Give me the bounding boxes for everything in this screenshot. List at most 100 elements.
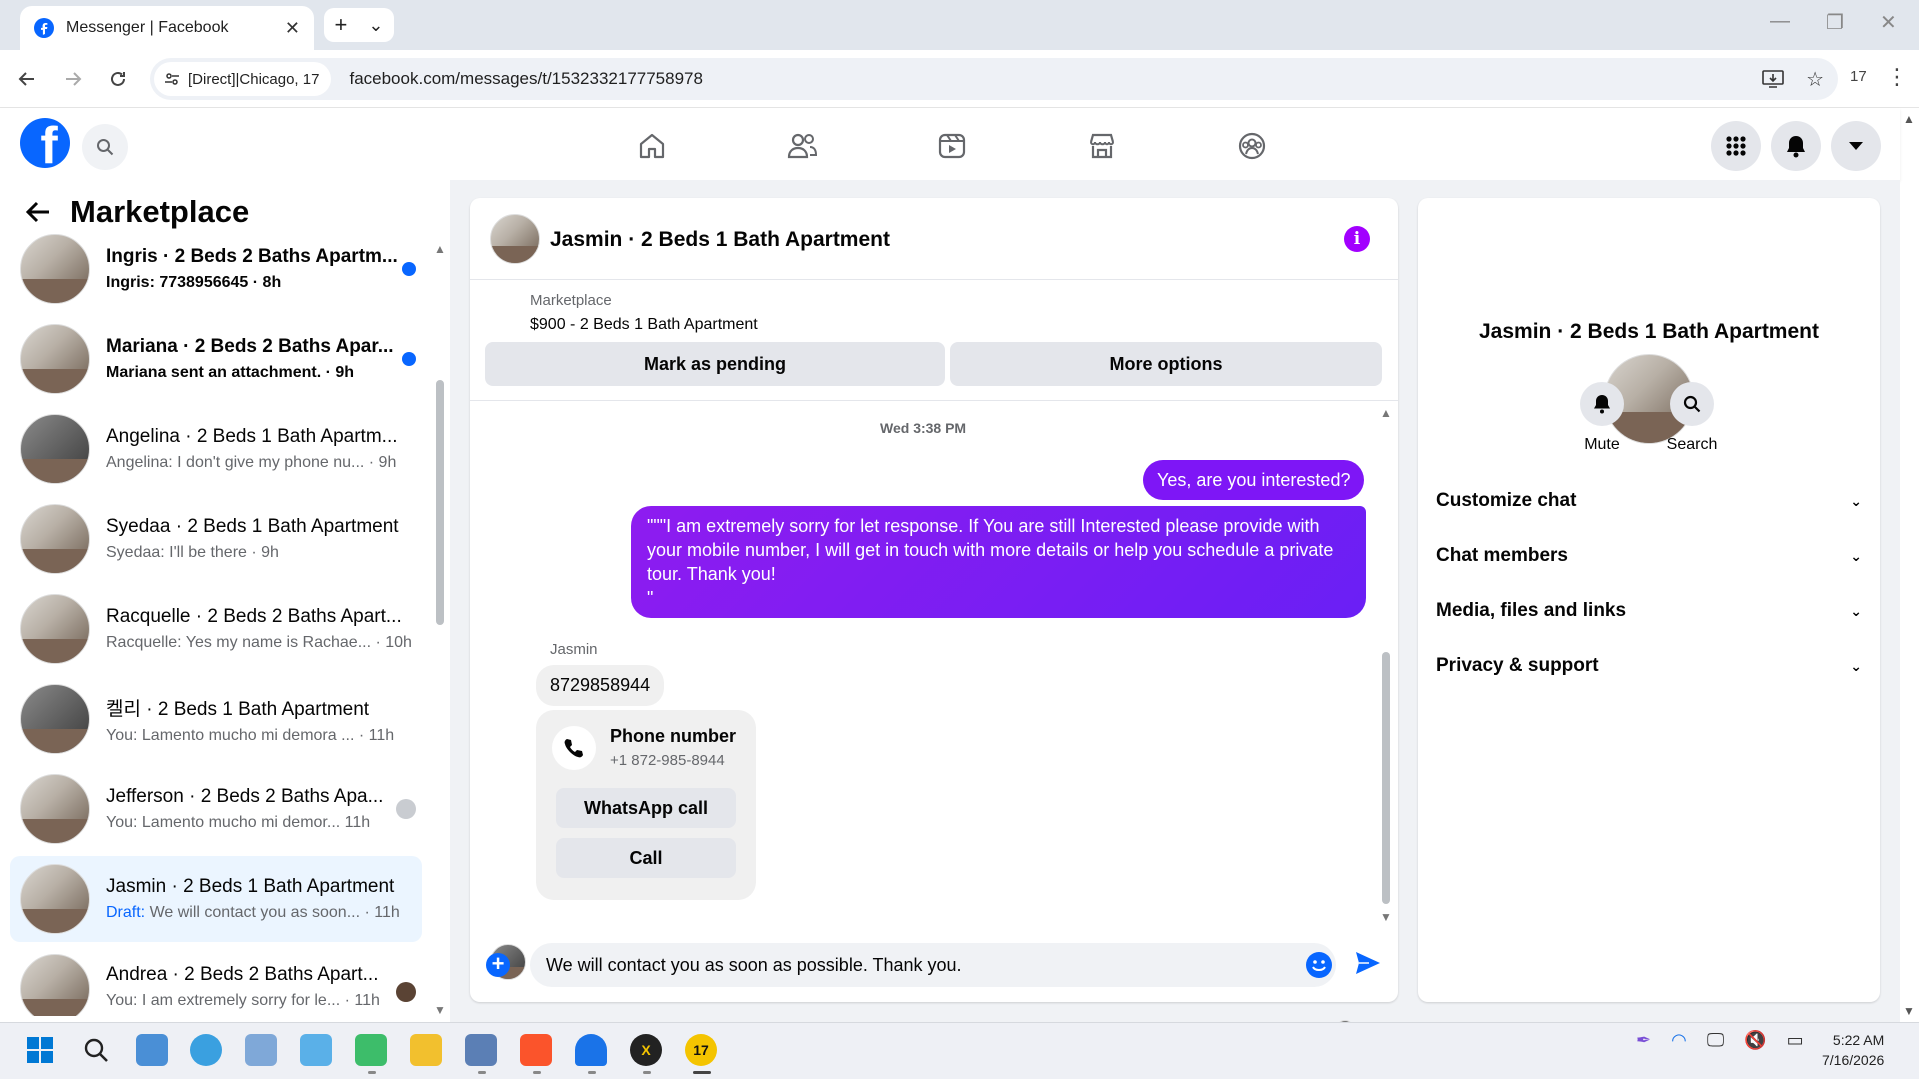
- back-arrow-icon[interactable]: [24, 198, 52, 226]
- minimize-icon[interactable]: —: [1770, 10, 1790, 33]
- window-close-icon[interactable]: ✕: [1880, 10, 1897, 35]
- row-label: Privacy & support: [1436, 655, 1599, 676]
- conversation-item[interactable]: 켈리 · 2 Beds 1 Bath Apartment You: Lament…: [10, 676, 422, 762]
- chat-scrollbar[interactable]: [1382, 652, 1390, 904]
- menu-grid-icon[interactable]: [1711, 121, 1761, 171]
- back-icon[interactable]: [12, 64, 42, 94]
- outgoing-message[interactable]: Yes, are you interested?: [1143, 460, 1365, 500]
- facebook-favicon-icon: [34, 18, 54, 38]
- draft-label: Draft:: [106, 904, 146, 921]
- browser-tab[interactable]: Messenger | Facebook ✕: [20, 6, 314, 50]
- avatar: [20, 594, 90, 664]
- unread-dot-icon: [402, 352, 416, 366]
- conversation-item[interactable]: Andrea · 2 Beds 2 Baths Apart... You: I …: [10, 946, 422, 1016]
- app-icon[interactable]: [355, 1034, 387, 1066]
- video-icon[interactable]: [932, 126, 972, 166]
- conversation-item[interactable]: Racquelle · 2 Beds 2 Baths Apart... Racq…: [10, 586, 422, 672]
- row-label: Chat members: [1436, 545, 1568, 566]
- message-input[interactable]: We will contact you as soon as possible.…: [530, 943, 1336, 987]
- restore-icon[interactable]: ❐: [1826, 10, 1844, 35]
- call-button[interactable]: Call: [556, 838, 736, 878]
- app-icon[interactable]: [245, 1034, 277, 1066]
- chat-avatar[interactable]: [490, 214, 540, 264]
- chat-scroll-up-icon[interactable]: ▲: [1380, 406, 1392, 420]
- chat-scroll-down-icon[interactable]: ▼: [1380, 910, 1392, 924]
- conversation-item[interactable]: Jefferson · 2 Beds 2 Baths Apa... You: L…: [10, 766, 422, 852]
- outgoing-message[interactable]: """I am extremely sorry for let response…: [631, 506, 1366, 618]
- emoji-icon[interactable]: [1306, 952, 1332, 978]
- conversation-item[interactable]: Angelina · 2 Beds 1 Bath Apartm... Angel…: [10, 406, 422, 492]
- volume-muted-icon[interactable]: 🔇: [1744, 1030, 1766, 1051]
- reload-icon[interactable]: [103, 64, 133, 94]
- profile-badge[interactable]: 17: [1850, 68, 1867, 85]
- app-icon[interactable]: X: [630, 1034, 662, 1066]
- media-files-links-row[interactable]: Media, files and links ⌄: [1436, 589, 1862, 633]
- conversation-info-icon[interactable]: i: [1344, 226, 1370, 252]
- draft-snippet: We will contact you as soon... · 11h: [145, 904, 400, 921]
- install-app-icon[interactable]: [1762, 69, 1784, 89]
- search-in-conversation-button[interactable]: Search: [1652, 382, 1732, 454]
- home-icon[interactable]: [632, 126, 672, 166]
- site-settings-icon: [165, 73, 179, 85]
- address-bar[interactable]: [Direct]|Chicago, 17 facebook.com/messag…: [150, 58, 1838, 100]
- privacy-support-row[interactable]: Privacy & support ⌄: [1436, 644, 1862, 688]
- conversation-item-active[interactable]: Jasmin · 2 Beds 1 Bath Apartment Draft: …: [10, 856, 422, 942]
- running-indicator: [643, 1071, 651, 1074]
- whatsapp-call-button[interactable]: WhatsApp call: [556, 788, 736, 828]
- tab-close-icon[interactable]: ✕: [285, 18, 300, 39]
- chat-title[interactable]: Jasmin · 2 Beds 1 Bath Apartment: [550, 228, 890, 252]
- avatar: [20, 954, 90, 1016]
- unread-dot-icon: [402, 262, 416, 276]
- taskbar-clock[interactable]: 5:22 AM 7/16/2026: [1822, 1030, 1884, 1070]
- add-attachment-icon[interactable]: +: [486, 953, 510, 977]
- brave-browser-icon[interactable]: [520, 1034, 552, 1066]
- app-icon[interactable]: [190, 1034, 222, 1066]
- conversation-item[interactable]: Ingris · 2 Beds 2 Baths Apartm... Ingris…: [10, 226, 422, 312]
- search-icon: [1670, 382, 1714, 426]
- sidebar-scroll-up-icon[interactable]: ▲: [434, 242, 446, 256]
- notifications-bell-icon[interactable]: [1771, 121, 1821, 171]
- taskbar-search-icon[interactable]: [80, 1034, 112, 1066]
- app-icon[interactable]: [465, 1034, 497, 1066]
- vpn-icon[interactable]: ◠: [1671, 1030, 1687, 1051]
- conversation-name: Syedaa · 2 Beds 1 Bath Apartment: [106, 516, 399, 537]
- sidebar-scroll-down-icon[interactable]: ▼: [434, 1003, 446, 1017]
- network-icon[interactable]: 🖵: [1707, 1030, 1724, 1051]
- bookmark-star-icon[interactable]: ☆: [1806, 67, 1824, 92]
- page-scroll-up-icon[interactable]: ▲: [1903, 112, 1915, 126]
- mute-button[interactable]: Mute: [1562, 382, 1642, 454]
- app-badge-icon[interactable]: 17: [685, 1034, 717, 1066]
- pen-icon[interactable]: ✒: [1636, 1030, 1651, 1051]
- chat-members-row[interactable]: Chat members ⌄: [1436, 534, 1862, 578]
- groups-icon[interactable]: [1232, 126, 1272, 166]
- tab-search-icon[interactable]: ⌄: [368, 15, 383, 36]
- send-icon[interactable]: [1354, 950, 1382, 976]
- facebook-logo-icon[interactable]: f: [20, 118, 70, 168]
- customize-chat-row[interactable]: Customize chat ⌄: [1436, 479, 1862, 523]
- conversation-item[interactable]: Mariana · 2 Beds 2 Baths Apar... Mariana…: [10, 316, 422, 402]
- app-icon[interactable]: [136, 1034, 168, 1066]
- conversation-snippet: Syedaa: I'll be there · 9h: [106, 544, 279, 561]
- mark-as-pending-button[interactable]: Mark as pending: [485, 342, 945, 386]
- new-tab-icon[interactable]: +: [335, 12, 348, 38]
- site-info-chip[interactable]: [Direct]|Chicago, 17: [154, 62, 332, 96]
- tab-title: Messenger | Facebook: [66, 19, 229, 36]
- marketplace-icon[interactable]: [1082, 126, 1122, 166]
- friends-icon[interactable]: [782, 126, 822, 166]
- app-icon[interactable]: [575, 1034, 607, 1066]
- windows-start-icon[interactable]: [24, 1034, 56, 1066]
- chrome-menu-icon[interactable]: ⋮: [1886, 64, 1908, 90]
- conversation-item[interactable]: Syedaa · 2 Beds 1 Bath Apartment Syedaa:…: [10, 496, 422, 582]
- page-scroll-down-icon[interactable]: ▼: [1903, 1004, 1915, 1018]
- incoming-message[interactable]: 8729858944: [536, 665, 665, 706]
- battery-icon[interactable]: ▭: [1787, 1030, 1804, 1051]
- search-icon[interactable]: [82, 124, 128, 170]
- listing-title[interactable]: $900 - 2 Beds 1 Bath Apartment: [530, 316, 758, 334]
- more-options-button[interactable]: More options: [950, 342, 1382, 386]
- conversation-snippet: Draft: We will contact you as soon... · …: [106, 904, 422, 922]
- app-icon[interactable]: [300, 1034, 332, 1066]
- account-menu-icon[interactable]: [1831, 121, 1881, 171]
- file-explorer-icon[interactable]: [410, 1034, 442, 1066]
- sidebar-scrollbar[interactable]: [436, 380, 444, 625]
- forward-icon[interactable]: [58, 64, 88, 94]
